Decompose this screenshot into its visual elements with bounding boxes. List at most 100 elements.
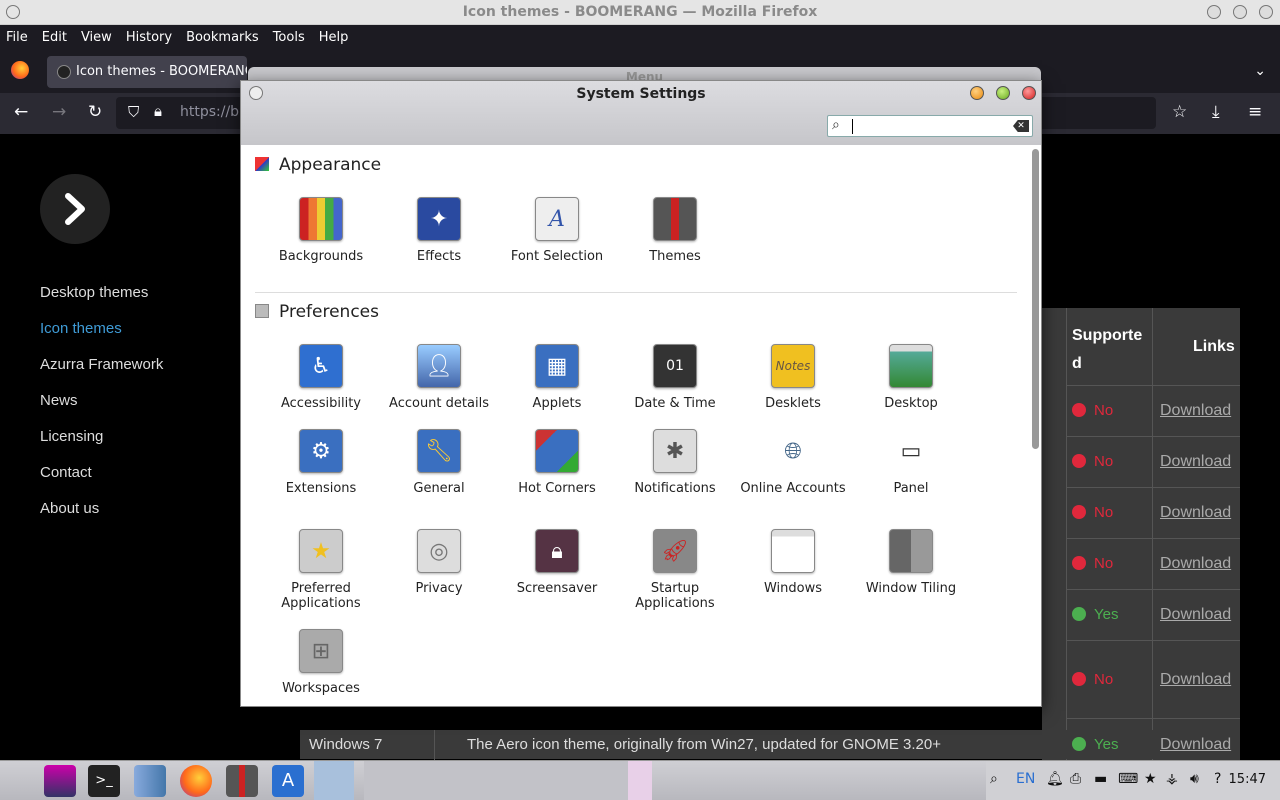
settings-item-backgrounds[interactable]: Backgrounds (262, 197, 380, 264)
section-divider (255, 292, 1017, 293)
download-link[interactable]: Download (1160, 671, 1231, 689)
download-link[interactable]: Download (1160, 736, 1231, 754)
reload-icon[interactable]: ↻ (88, 102, 102, 122)
firefox-icon[interactable] (180, 765, 212, 797)
maximize-button[interactable] (996, 86, 1010, 100)
settings-item-desktop[interactable]: Desktop (852, 344, 970, 411)
download-link[interactable]: Download (1160, 453, 1231, 471)
keyboard-layout[interactable]: EN (1016, 771, 1035, 787)
settings-item-startup-applications[interactable]: 🚀︎ Startup Applications (616, 529, 734, 611)
nav-desktop-themes[interactable]: Desktop themes (40, 284, 148, 301)
menu-file[interactable]: File (6, 30, 28, 45)
nav-contact[interactable]: Contact (40, 464, 92, 481)
sparkle-wand-icon: ✦ (417, 197, 461, 241)
downloads-icon[interactable]: ⤓ (1212, 102, 1220, 122)
settings-item-hot-corners[interactable]: Hot Corners (498, 429, 616, 496)
nav-news[interactable]: News (40, 392, 78, 409)
nav-about-us[interactable]: About us (40, 500, 99, 517)
menu-help[interactable]: Help (319, 30, 349, 45)
printer-icon[interactable]: ⎙ (1070, 771, 1081, 787)
settings-item-workspaces[interactable]: ⊞ Workspaces (262, 629, 380, 696)
volume-icon[interactable]: 🔊︎ (1190, 771, 1199, 787)
backgrounds-icon (299, 197, 343, 241)
tab-icon-themes[interactable]: Icon themes - BOOMERANG (47, 56, 247, 88)
url-text: https://b0 (180, 104, 248, 120)
settings-item-screensaver[interactable]: 🔒︎ Screensaver (498, 529, 616, 596)
clear-icon[interactable]: ✕ (1013, 120, 1029, 132)
search-input[interactable]: ⌕ ✕ (827, 115, 1033, 137)
firefox-view-icon[interactable] (11, 61, 29, 79)
settings-item-date-time[interactable]: 01 Date & Time (616, 344, 734, 411)
table-row-divider (1066, 589, 1240, 590)
themes-icon[interactable] (226, 765, 258, 797)
network-icon[interactable]: ⚶ (1166, 771, 1178, 787)
close-button[interactable] (1022, 86, 1036, 100)
minimize-button[interactable] (1207, 5, 1221, 19)
search-tray-icon[interactable]: ⌕ (990, 771, 998, 787)
settings-item-applets[interactable]: ▦ Applets (498, 344, 616, 411)
hamburger-menu-icon[interactable]: ≡ (1248, 102, 1262, 122)
download-link[interactable]: Download (1160, 555, 1231, 573)
bookmark-star-icon[interactable]: ☆ (1172, 102, 1187, 122)
workspaces-grid-icon: ⊞ (299, 629, 343, 673)
settings-item-online-accounts[interactable]: 🌐︎ Online Accounts (734, 429, 852, 496)
app-store-icon[interactable]: A (272, 765, 304, 797)
taskbar-window-slot[interactable] (364, 761, 628, 800)
panel-icon: ▭ (889, 429, 933, 473)
nav-azurra-framework[interactable]: Azurra Framework (40, 356, 163, 373)
table-row-divider (1066, 385, 1240, 386)
taskbar-window-slot[interactable] (628, 761, 652, 800)
nav-icon-themes[interactable]: Icon themes (40, 320, 122, 337)
finder-icon[interactable] (134, 765, 166, 797)
settings-item-desklets[interactable]: Notes Desklets (734, 344, 852, 411)
dialog-header: System Settings ⌕ ✕ (241, 81, 1041, 145)
settings-item-notifications[interactable]: ✱ Notifications (616, 429, 734, 496)
settings-item-preferred-applications[interactable]: ★ Preferred Applications (262, 529, 380, 611)
download-link[interactable]: Download (1160, 606, 1231, 624)
maximize-button[interactable] (1233, 5, 1247, 19)
scrollbar[interactable] (1032, 149, 1039, 449)
menu-edit[interactable]: Edit (42, 30, 67, 45)
help-icon[interactable]: ? (1214, 771, 1221, 787)
system-settings-dialog: System Settings ⌕ ✕ Appearance Backgroun… (240, 80, 1042, 707)
system-settings-task-icon[interactable] (314, 761, 354, 800)
lock-icon[interactable]: 🔒︎ (154, 102, 162, 120)
settings-item-themes[interactable]: Themes (616, 197, 734, 264)
photo-viewer-icon[interactable] (44, 765, 76, 797)
settings-item-effects[interactable]: ✦ Effects (380, 197, 498, 264)
settings-item-panel[interactable]: ▭ Panel (852, 429, 970, 496)
status-badge: No (1072, 453, 1113, 470)
calendar-icon: 01 (653, 344, 697, 388)
menu-history[interactable]: History (126, 30, 172, 45)
nav-licensing[interactable]: Licensing (40, 428, 103, 445)
drive-icon[interactable]: ▬ (1094, 771, 1107, 787)
clock[interactable]: 15:47 (1229, 772, 1266, 787)
site-logo-icon[interactable] (40, 174, 110, 244)
back-arrow-icon[interactable]: ← (14, 102, 28, 122)
settings-item-extensions[interactable]: ⚙ Extensions (262, 429, 380, 496)
settings-item-font-selection[interactable]: A Font Selection (498, 197, 616, 264)
window-tiling-icon (889, 529, 933, 573)
settings-item-general[interactable]: 🔧︎ General (380, 429, 498, 496)
menu-tools[interactable]: Tools (273, 30, 305, 45)
settings-item-window-tiling[interactable]: Window Tiling (852, 529, 970, 596)
download-link[interactable]: Download (1160, 402, 1231, 420)
star-tray-icon[interactable]: ★ (1144, 771, 1157, 787)
menu-view[interactable]: View (81, 30, 112, 45)
settings-item-windows[interactable]: Windows (734, 529, 852, 596)
window-icon (771, 529, 815, 573)
shield-icon[interactable]: ⛉ (128, 103, 139, 121)
close-button[interactable] (1259, 5, 1273, 19)
settings-item-account-details[interactable]: 👤︎ Account details (380, 344, 498, 411)
list-tabs-chevron-icon[interactable]: ⌄ (1254, 63, 1266, 79)
terminal-icon[interactable]: >_ (88, 765, 120, 797)
keyboard-icon[interactable]: ⌨ (1118, 771, 1138, 787)
menu-bookmarks[interactable]: Bookmarks (186, 30, 259, 45)
settings-item-accessibility[interactable]: ♿︎ Accessibility (262, 344, 380, 411)
suit-tie-icon (653, 197, 697, 241)
bell-icon[interactable]: 🔔︎ (1046, 771, 1064, 787)
forward-arrow-icon[interactable]: → (52, 102, 66, 122)
download-link[interactable]: Download (1160, 504, 1231, 522)
settings-item-privacy[interactable]: ◎ Privacy (380, 529, 498, 596)
minimize-button[interactable] (970, 86, 984, 100)
